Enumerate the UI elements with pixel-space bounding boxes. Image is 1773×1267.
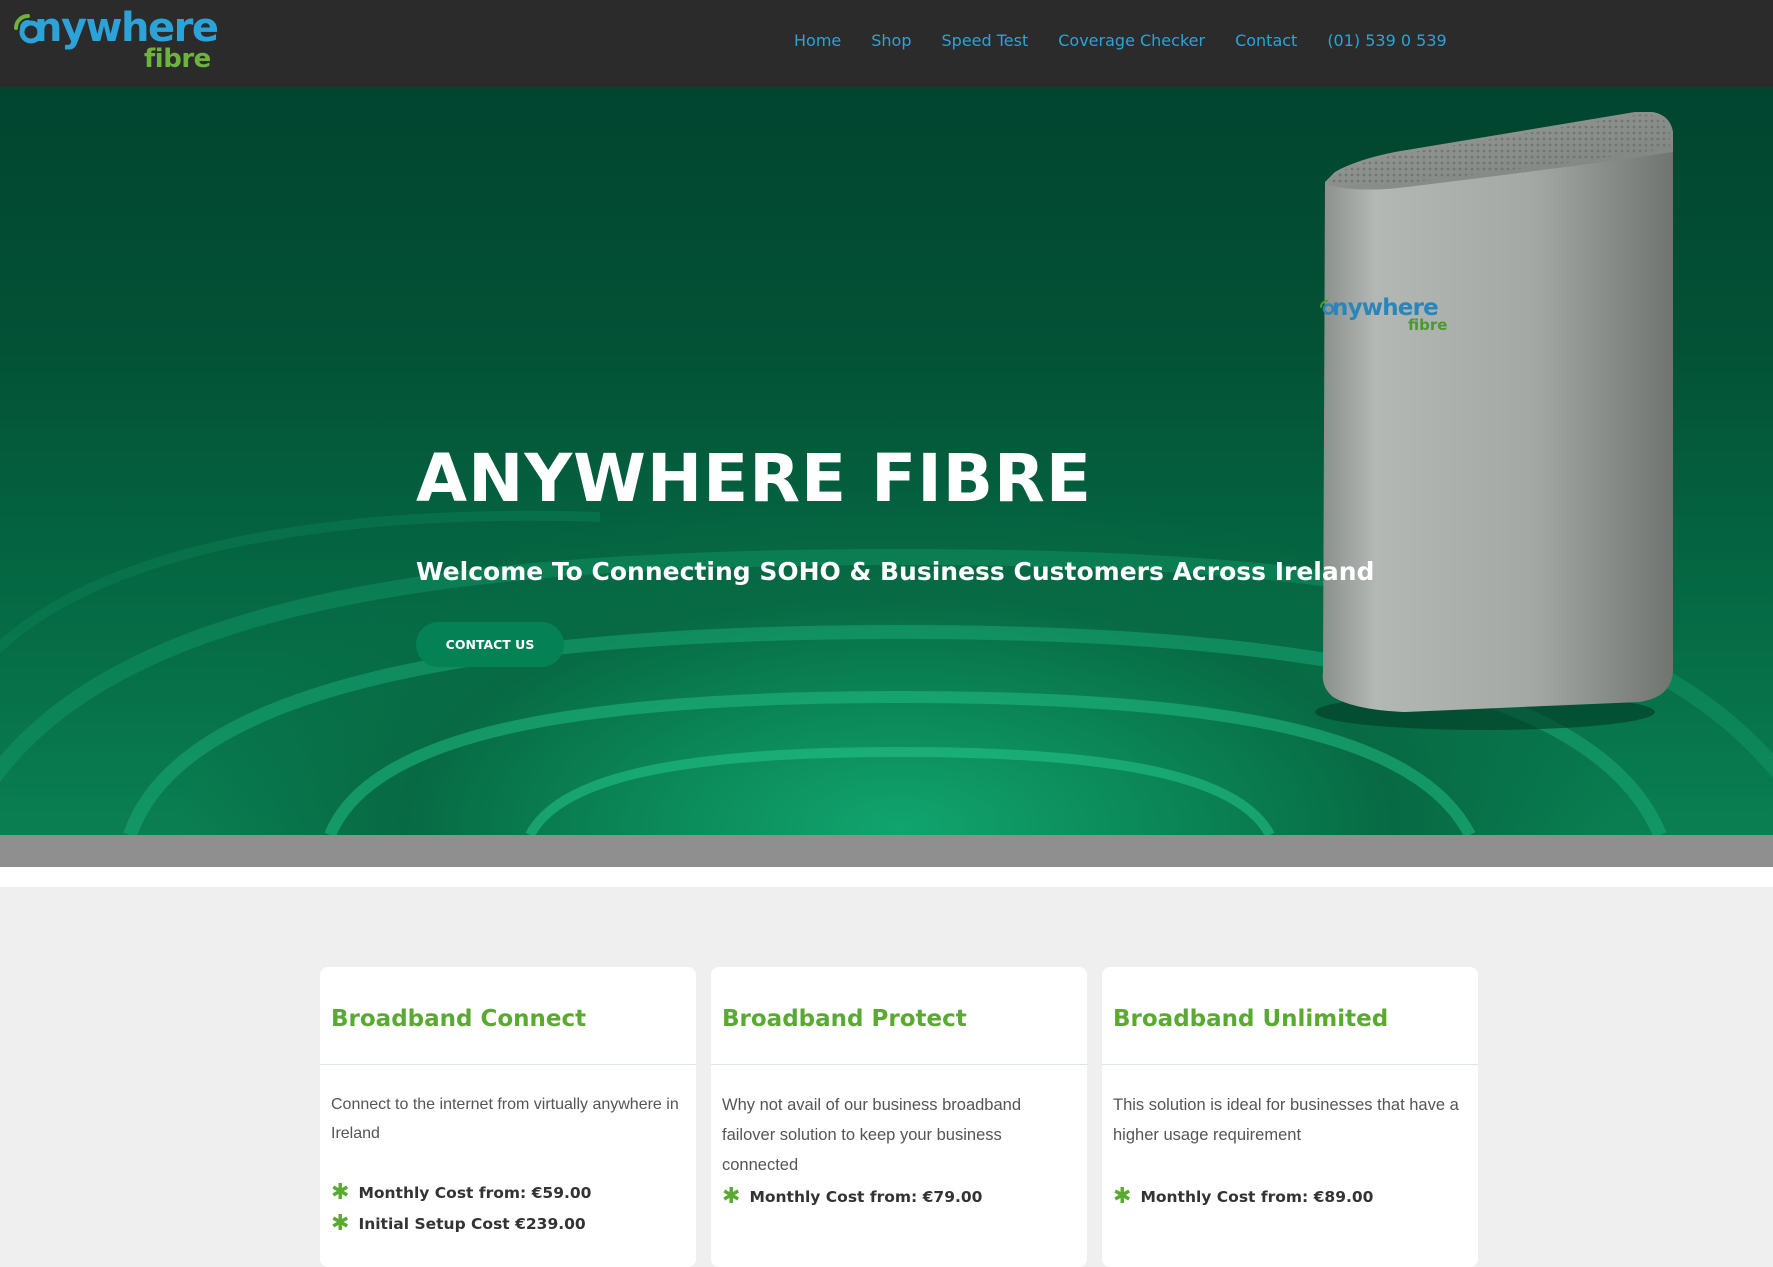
- asterisk-icon: ✱: [1113, 1184, 1132, 1209]
- hero-title: ANYWHERE FIBRE: [416, 440, 1092, 517]
- card-title: Broadband Protect: [722, 1006, 967, 1032]
- product-card-unlimited[interactable]: Broadband Unlimited This solution is ide…: [1102, 967, 1478, 1267]
- logo-subtitle: fibre: [144, 44, 211, 74]
- card-description: This solution is ideal for businesses th…: [1113, 1096, 1459, 1144]
- card-title: Broadband Connect: [331, 1006, 587, 1032]
- divider-band-white: [0, 867, 1773, 887]
- contact-us-button[interactable]: CONTACT US: [416, 622, 564, 667]
- router-logo: nywhere fibre: [1318, 294, 1458, 344]
- router-image: [1315, 112, 1673, 730]
- card-feature: ✱ Monthly Cost from: €79.00: [722, 1186, 982, 1208]
- site-header: nywhere fibre Home Shop Speed Test Cover…: [0, 0, 1773, 87]
- divider-band: [0, 835, 1773, 867]
- product-card-protect[interactable]: Broadband Protect Why not avail of our b…: [711, 967, 1087, 1267]
- nav-home[interactable]: Home: [794, 31, 841, 50]
- hero-banner: nywhere fibre ANYWHERE FIBRE Welcome To …: [0, 87, 1773, 835]
- nav-speed-test[interactable]: Speed Test: [942, 31, 1029, 50]
- card-divider: [711, 1064, 1087, 1065]
- asterisk-icon: ✱: [331, 1211, 350, 1236]
- main-nav: Home Shop Speed Test Coverage Checker Co…: [794, 28, 1447, 52]
- asterisk-icon: ✱: [722, 1184, 741, 1209]
- card-feature: ✱ Initial Setup Cost €239.00: [331, 1213, 586, 1235]
- nav-contact[interactable]: Contact: [1235, 31, 1297, 50]
- product-cards: Broadband Connect Connect to the interne…: [320, 967, 1480, 1267]
- card-feature: ✱ Monthly Cost from: €89.00: [1113, 1186, 1373, 1208]
- asterisk-icon: ✱: [331, 1180, 350, 1205]
- card-feature: ✱ Monthly Cost from: €59.00: [331, 1182, 591, 1204]
- feature-text: Monthly Cost from: €89.00: [1140, 1188, 1374, 1206]
- feature-text: Monthly Cost from: €79.00: [749, 1188, 983, 1206]
- card-description: Connect to the internet from virtually a…: [331, 1096, 679, 1142]
- feature-text: Initial Setup Cost €239.00: [358, 1215, 586, 1233]
- nav-phone[interactable]: (01) 539 0 539: [1327, 31, 1446, 50]
- router-logo-sub: fibre: [1408, 316, 1448, 334]
- nav-shop[interactable]: Shop: [871, 31, 911, 50]
- card-divider: [1102, 1064, 1478, 1065]
- card-divider: [320, 1064, 696, 1065]
- anywhere-fibre-logo[interactable]: nywhere fibre: [10, 5, 219, 78]
- card-description: Why not avail of our business broadband …: [722, 1096, 1022, 1174]
- feature-text: Monthly Cost from: €59.00: [358, 1184, 592, 1202]
- nav-coverage-checker[interactable]: Coverage Checker: [1058, 31, 1205, 50]
- product-card-connect[interactable]: Broadband Connect Connect to the interne…: [320, 967, 696, 1267]
- hero-subtitle: Welcome To Connecting SOHO & Business Cu…: [416, 557, 1375, 586]
- card-title: Broadband Unlimited: [1113, 1006, 1389, 1032]
